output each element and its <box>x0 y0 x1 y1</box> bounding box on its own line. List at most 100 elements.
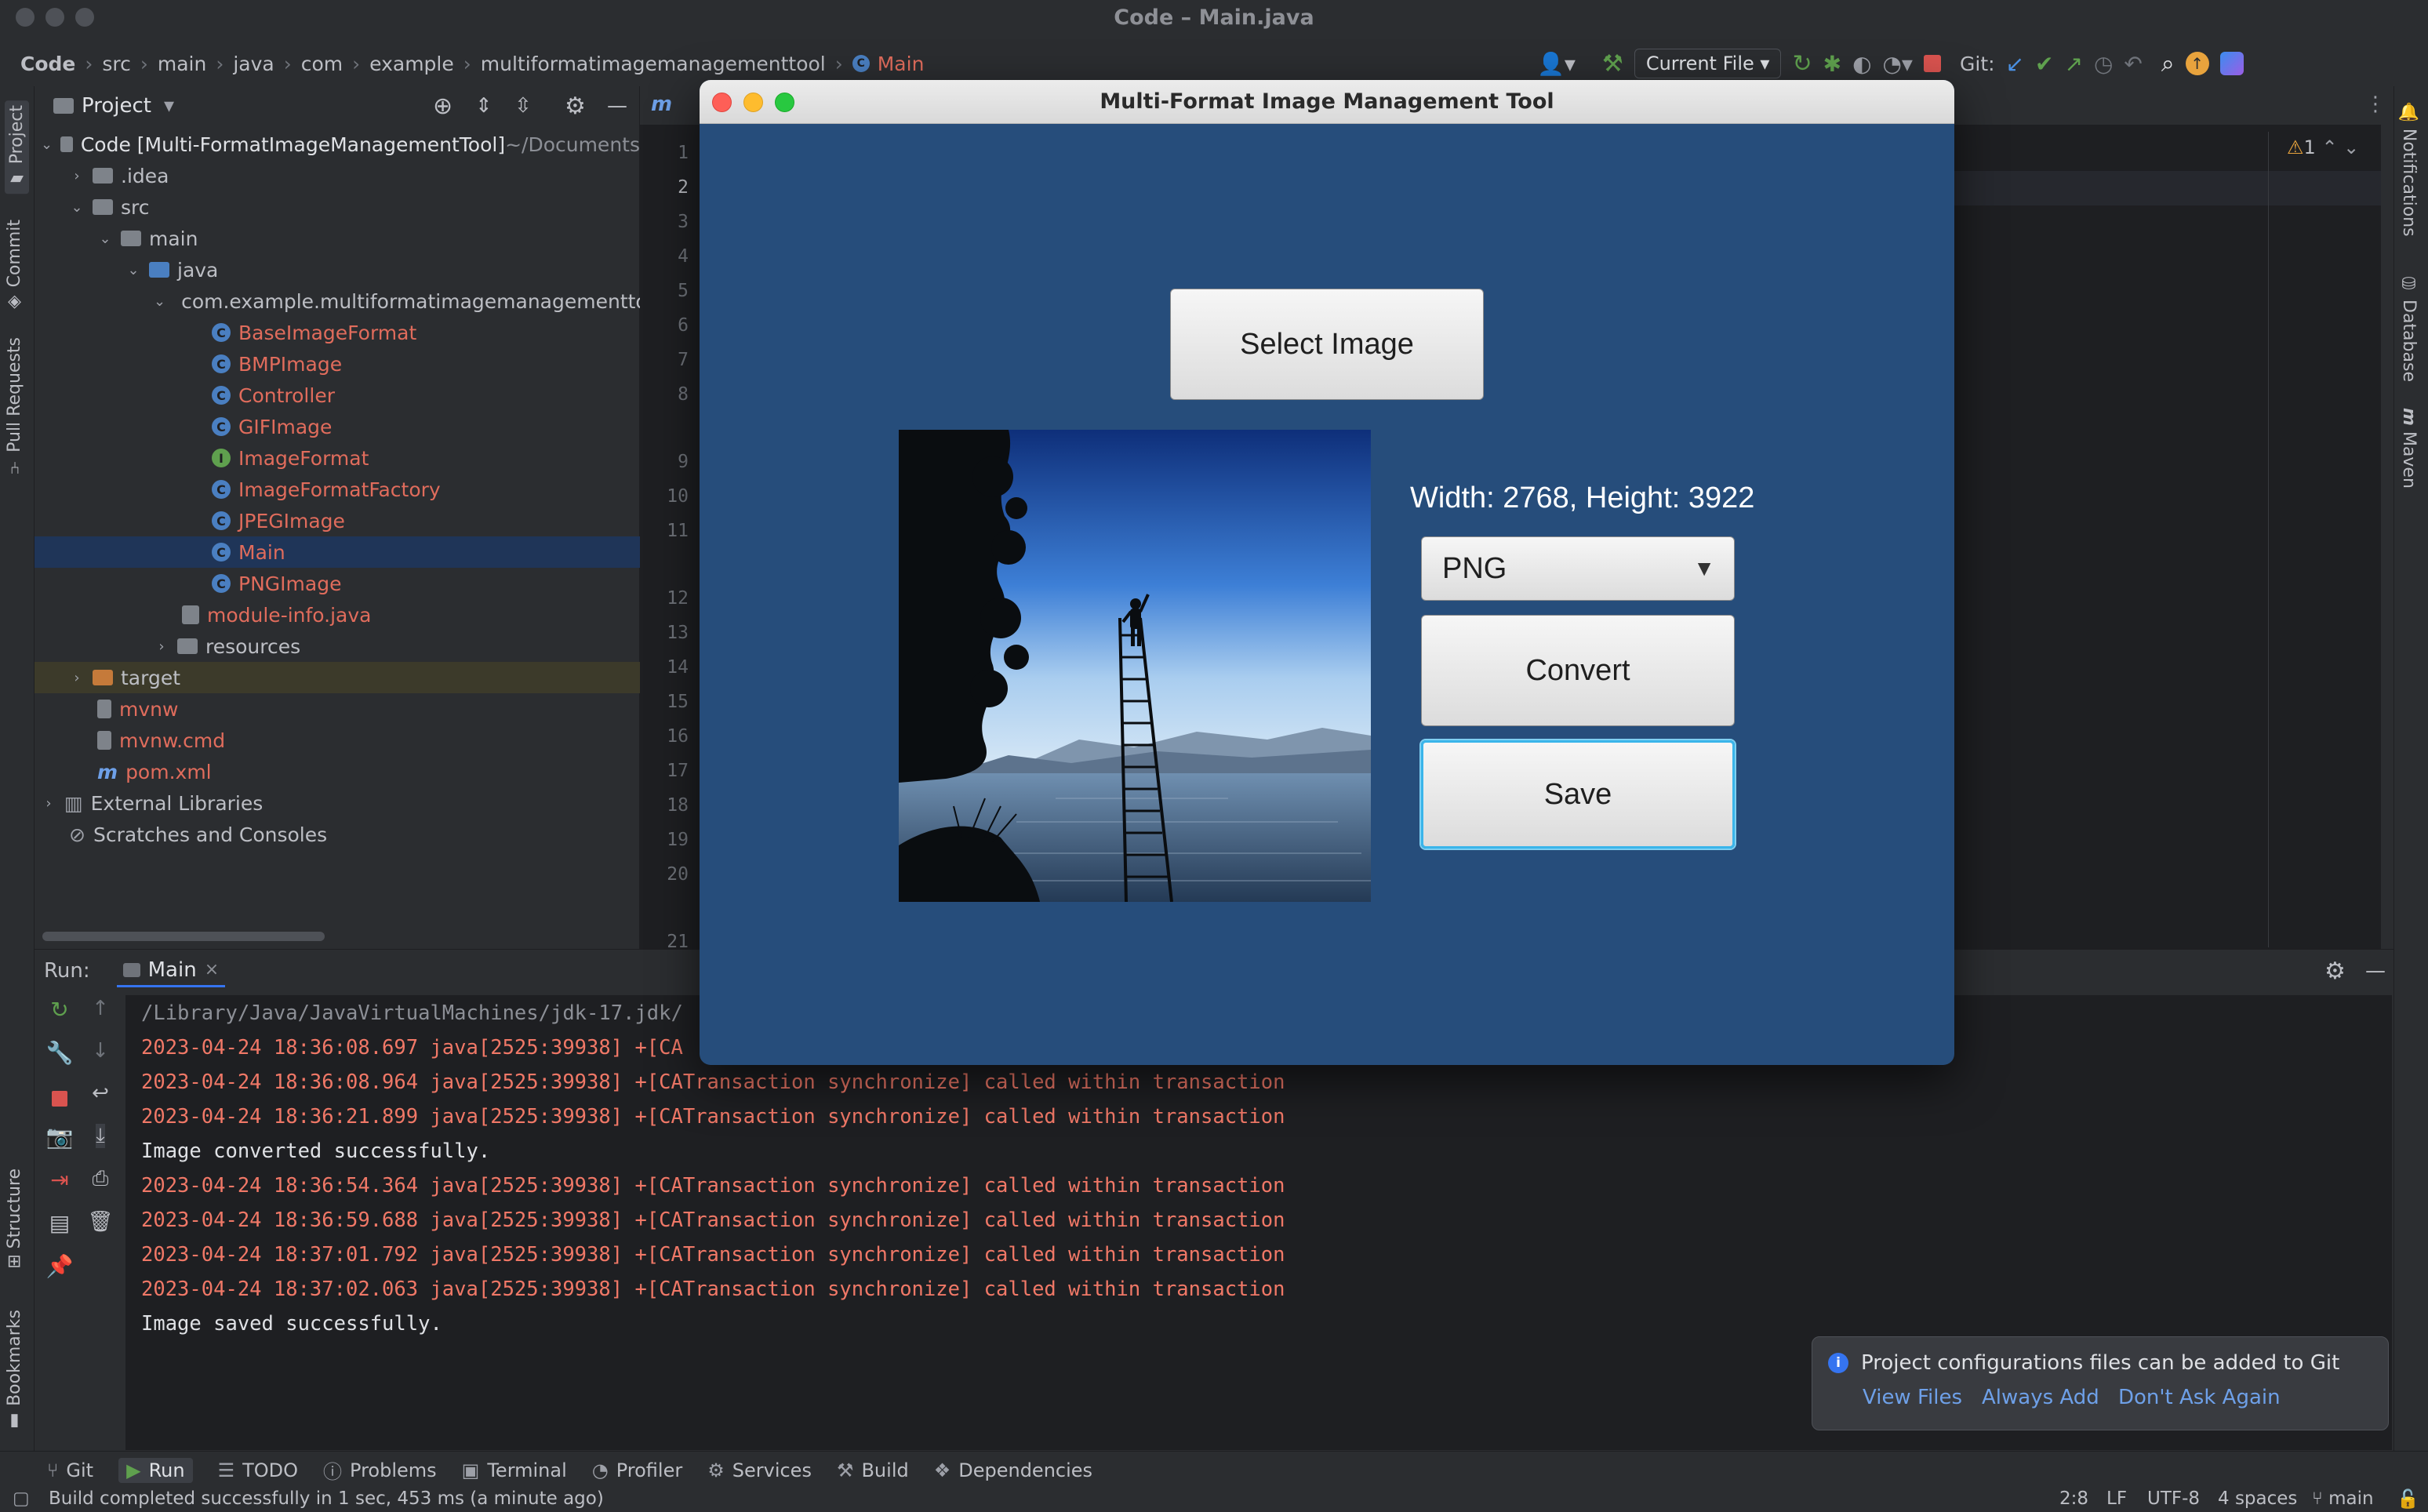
tree-item-resources[interactable]: › resources <box>35 631 640 662</box>
git-rollback-icon[interactable]: ↶ <box>2124 51 2142 77</box>
coverage-icon[interactable]: ◐ <box>1852 51 1871 77</box>
app-close-button[interactable] <box>712 93 732 112</box>
app-zoom-button[interactable] <box>775 93 794 112</box>
run-tool-button[interactable]: ▶ Run <box>118 1457 193 1483</box>
tree-item-jpegimage[interactable]: C JPEGImage <box>35 505 640 536</box>
project-tool-tab[interactable]: ▰ Project <box>5 100 29 194</box>
git-commit-icon[interactable]: ✔ <box>2035 51 2053 77</box>
arrow-up-icon[interactable]: ↑ <box>92 997 109 1020</box>
update-icon[interactable]: ↑ <box>2185 52 2209 75</box>
warning-indicator[interactable]: ⚠1 ⌃ ⌄ <box>2287 136 2359 158</box>
breadcrumb-item-package[interactable]: multiformatimagemanagementtool › <box>481 53 852 75</box>
profile-icon[interactable]: ◔▾ <box>1883 51 1914 77</box>
lock-icon[interactable]: 🔓 <box>2397 1488 2419 1510</box>
breadcrumb-item-java[interactable]: java › <box>233 53 300 75</box>
tree-item-baseimageformat[interactable]: C BaseImageFormat <box>35 317 640 348</box>
git-update-icon[interactable]: ↙ <box>2006 51 2024 77</box>
git-push-icon[interactable]: ↗ <box>2064 51 2082 77</box>
build-hammer-icon[interactable]: ⚒ <box>1602 50 1623 78</box>
tree-item-scratches[interactable]: ⊘ Scratches and Consoles <box>35 819 640 850</box>
tree-item-target[interactable]: › target <box>35 662 640 693</box>
breadcrumb-item-example[interactable]: example › <box>369 53 481 75</box>
pin-icon[interactable]: 📌 <box>46 1253 74 1279</box>
camera-icon[interactable]: 📷 <box>46 1124 74 1150</box>
tree-item-mvnw[interactable]: mvnw <box>35 693 640 725</box>
problems-tool-button[interactable]: ⓘ Problems <box>323 1456 437 1484</box>
tree-item-controller[interactable]: C Controller <box>35 380 640 411</box>
run-config-select[interactable]: Current File ▾ <box>1634 49 1782 78</box>
tree-item-module[interactable]: ⌄ Code [Multi-FormatImageManagementTool] … <box>35 129 640 160</box>
gear-icon[interactable]: ⚙ <box>565 93 586 120</box>
close-traffic-light[interactable] <box>16 8 35 27</box>
status-message[interactable]: Build completed successfully in 1 sec, 4… <box>49 1488 604 1509</box>
indent-setting[interactable]: 4 spaces <box>2218 1488 2297 1509</box>
search-icon[interactable]: ⌕ <box>2161 50 2175 78</box>
git-tool-button[interactable]: ⑂ Git <box>47 1459 93 1481</box>
horizontal-scrollbar[interactable] <box>42 932 325 941</box>
collapse-all-icon[interactable]: ⇳ <box>514 94 532 118</box>
zoom-traffic-light[interactable] <box>75 8 94 27</box>
exit-icon[interactable]: ⇥ <box>50 1167 68 1193</box>
dont-ask-again-link[interactable]: Don't Ask Again <box>2118 1386 2281 1409</box>
tree-item-bmpimage[interactable]: C BMPImage <box>35 348 640 380</box>
pom-tab-icon[interactable]: m <box>651 93 672 116</box>
maven-tool-tab[interactable]: m Maven <box>2399 408 2419 489</box>
notifications-tool-tab[interactable]: 🔔 Notifications <box>2399 102 2419 237</box>
stop-icon[interactable] <box>1924 55 1941 72</box>
expand-all-icon[interactable]: ⇕ <box>475 94 493 118</box>
more-tabs-icon[interactable]: ⋮ <box>2365 93 2386 116</box>
tree-item-module-info[interactable]: module-info.java <box>35 599 640 631</box>
database-tool-tab[interactable]: ⛁ Database <box>2399 274 2419 382</box>
breadcrumb-item-main[interactable]: main › <box>158 53 233 75</box>
breadcrumb-item-class[interactable]: C Main <box>852 53 924 75</box>
debug-icon[interactable]: ✱ <box>1823 51 1841 77</box>
tree-item-imageformat[interactable]: I ImageFormat <box>35 442 640 474</box>
jetbrains-ai-icon[interactable] <box>2219 52 2244 75</box>
tree-item-src[interactable]: ⌄ src <box>35 191 640 223</box>
build-tool-button[interactable]: ⚒ Build <box>837 1459 909 1481</box>
user-icon[interactable]: 👤▾ <box>1537 51 1576 77</box>
save-button[interactable]: Save <box>1421 740 1735 849</box>
tree-item-main-class[interactable]: C Main <box>35 536 640 568</box>
format-select[interactable]: PNG ▼ <box>1421 536 1735 601</box>
minimize-panel-icon[interactable]: — <box>2365 959 2386 983</box>
rerun-icon[interactable]: ↻ <box>50 997 68 1023</box>
breadcrumb-item-project[interactable]: Code › <box>20 53 102 75</box>
breadcrumb-item-com[interactable]: com › <box>301 53 369 75</box>
tree-item-pngimage[interactable]: C PNGImage <box>35 568 640 599</box>
tree-item-mvnw-cmd[interactable]: mvnw.cmd <box>35 725 640 756</box>
tree-item-package[interactable]: ⌄ com.example.multiformatimagemanagementt… <box>35 285 640 317</box>
breadcrumb-item-src[interactable]: src › <box>102 53 158 75</box>
terminal-tool-button[interactable]: ▣ Terminal <box>462 1459 567 1481</box>
view-files-link[interactable]: View Files <box>1863 1386 1962 1409</box>
caret-position[interactable]: 2:8 <box>2059 1488 2088 1509</box>
panel-toggle-icon[interactable]: ▢ <box>13 1488 30 1509</box>
tree-item-main[interactable]: ⌄ main <box>35 223 640 254</box>
tree-item-java[interactable]: ⌄ java <box>35 254 640 285</box>
tree-item-imageformatfactory[interactable]: C ImageFormatFactory <box>35 474 640 505</box>
app-minimize-button[interactable] <box>743 93 763 112</box>
tree-item-external-libraries[interactable]: › ▥ External Libraries <box>35 787 640 819</box>
locate-icon[interactable]: ⊕ <box>433 93 453 120</box>
tree-item-idea[interactable]: › .idea <box>35 160 640 191</box>
layout-icon[interactable]: ▤ <box>49 1210 70 1236</box>
close-tab-icon[interactable]: × <box>205 960 219 980</box>
select-image-button[interactable]: Select Image <box>1170 289 1484 400</box>
trash-icon[interactable]: 🗑 <box>87 1210 113 1234</box>
tree-item-gifimage[interactable]: C GIFImage <box>35 411 640 442</box>
commit-tool-tab[interactable]: ◈ Commit <box>5 220 24 312</box>
always-add-link[interactable]: Always Add <box>1982 1386 2099 1409</box>
chevron-down-icon[interactable]: ▾ <box>164 94 174 118</box>
gear-icon[interactable]: ⚙ <box>2324 958 2346 985</box>
tree-item-pom[interactable]: m pom.xml <box>35 756 640 787</box>
arrow-down-icon[interactable]: ↓ <box>92 1039 109 1063</box>
dependencies-tool-button[interactable]: ❖ Dependencies <box>934 1459 1092 1481</box>
git-history-icon[interactable]: ◷ <box>2094 51 2113 77</box>
print-icon[interactable]: ⎙ <box>93 1167 109 1191</box>
file-encoding[interactable]: UTF-8 <box>2147 1488 2200 1509</box>
minimize-traffic-light[interactable] <box>45 8 64 27</box>
project-panel-title[interactable]: Project <box>82 94 151 118</box>
services-tool-button[interactable]: ⚙ Services <box>707 1459 812 1481</box>
todo-tool-button[interactable]: ☰ TODO <box>218 1459 298 1481</box>
git-branch[interactable]: ⑂ main <box>2312 1488 2374 1509</box>
